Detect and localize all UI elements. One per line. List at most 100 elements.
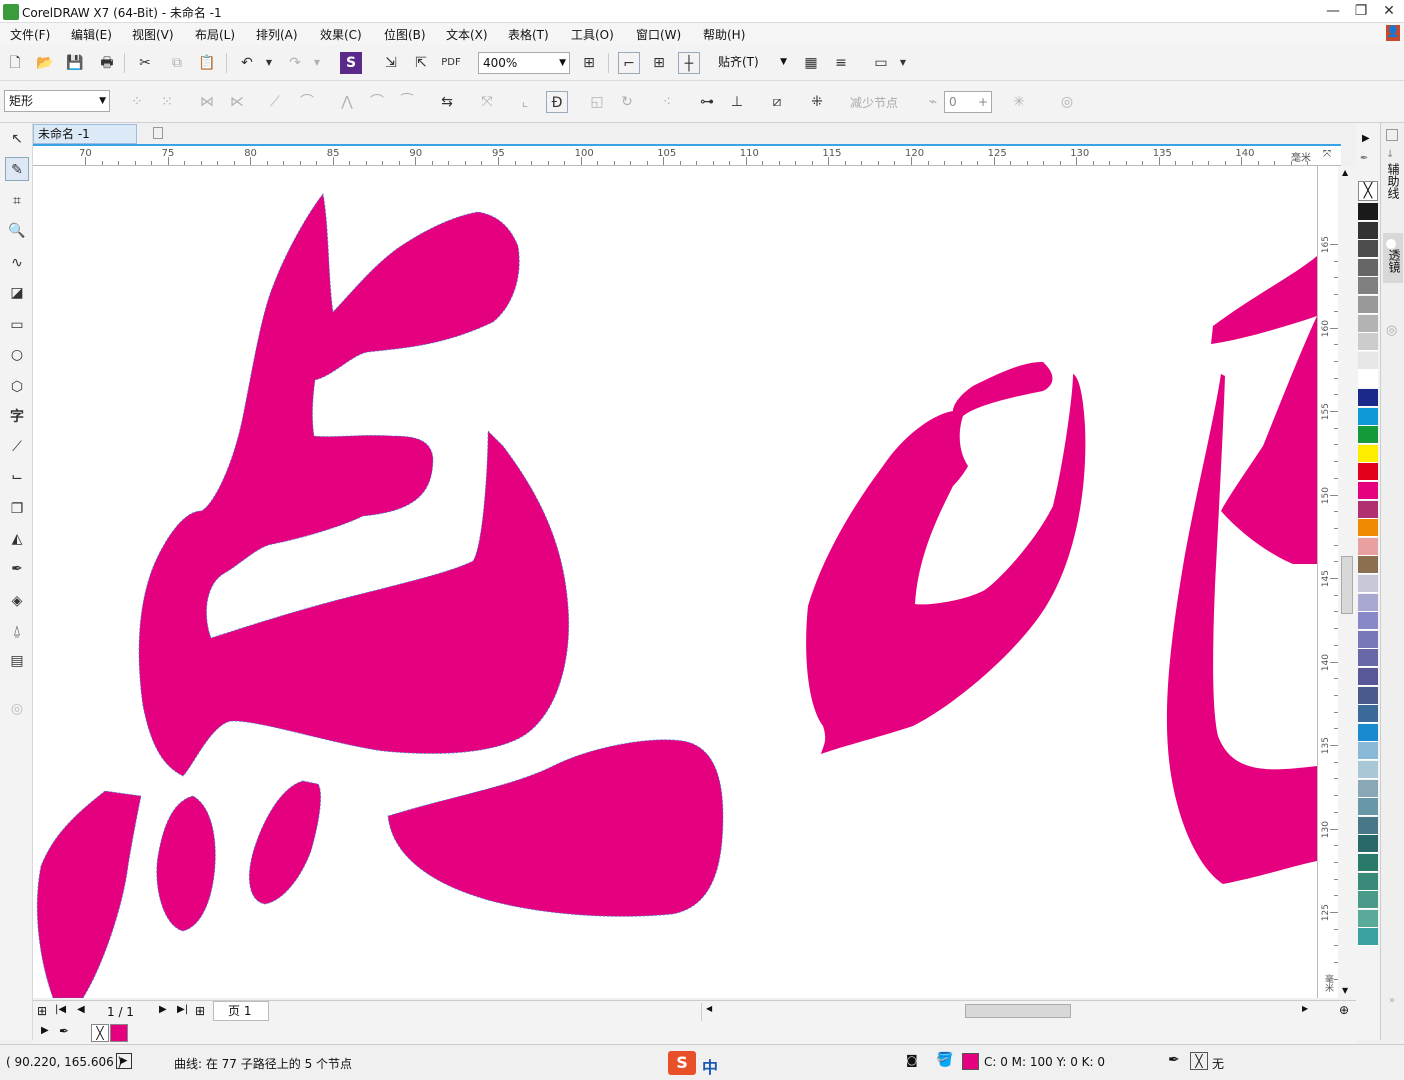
- color-swatch[interactable]: [1358, 575, 1378, 593]
- color-swatch[interactable]: [1358, 835, 1378, 854]
- align-icon[interactable]: ≡: [830, 52, 852, 74]
- color-swatch[interactable]: [1358, 296, 1378, 314]
- color-swatch[interactable]: [1358, 444, 1378, 463]
- freehand-tool-icon[interactable]: ∿: [5, 251, 29, 275]
- show-grid-icon[interactable]: ⊞: [648, 52, 670, 74]
- first-page-icon[interactable]: |◀: [55, 1004, 66, 1015]
- color-swatch[interactable]: [1358, 649, 1378, 668]
- cusp-node-icon[interactable]: ⋀: [336, 91, 358, 113]
- outline-none-swatch[interactable]: ╳: [1190, 1052, 1208, 1070]
- interactive-fill-icon[interactable]: ◈: [5, 589, 29, 613]
- application-launcher-icon[interactable]: ▭: [870, 52, 892, 74]
- undo-dropdown-icon[interactable]: ▼: [258, 52, 280, 74]
- smooth-node-icon[interactable]: ⌒: [366, 91, 388, 113]
- color-swatch[interactable]: [1358, 221, 1378, 240]
- smart-fill-tool-icon[interactable]: ⍙: [5, 619, 29, 643]
- redo-dropdown-icon[interactable]: ▼: [306, 52, 328, 74]
- vertical-scrollbar[interactable]: ▲ ▼: [1338, 166, 1356, 998]
- docker-scroll-icon[interactable]: ↓: [1386, 149, 1394, 160]
- menu-window[interactable]: 窗口(W): [636, 26, 681, 43]
- menu-arrange[interactable]: 排列(A): [256, 26, 298, 43]
- align-nodes-icon[interactable]: ⁖: [656, 91, 678, 113]
- color-swatch[interactable]: [1358, 537, 1378, 556]
- color-swatch[interactable]: [1358, 314, 1378, 333]
- color-swatch[interactable]: [1358, 779, 1378, 798]
- elastic-mode-icon[interactable]: ⧄: [766, 91, 788, 113]
- cut-icon[interactable]: ✂: [134, 52, 156, 74]
- undo-icon[interactable]: ↶: [236, 52, 258, 74]
- rectangle-tool-icon[interactable]: ▭: [5, 313, 29, 337]
- zoom-combo[interactable]: 400% ▼: [478, 52, 570, 74]
- text-tool-icon[interactable]: 字: [5, 405, 29, 429]
- color-swatch[interactable]: [1358, 612, 1378, 631]
- doc-palette-expand-icon[interactable]: ▶: [41, 1025, 49, 1036]
- paste-icon[interactable]: 📋: [196, 52, 218, 74]
- publish-pdf-icon[interactable]: PDF: [440, 52, 462, 74]
- extract-subpath-icon[interactable]: ⌞: [514, 91, 536, 113]
- extend-curve-icon[interactable]: ⤧: [476, 91, 498, 113]
- color-swatch[interactable]: [1358, 277, 1378, 296]
- doc-no-color-swatch[interactable]: ╳: [91, 1024, 109, 1042]
- horizontal-scroll-thumb[interactable]: [965, 1004, 1071, 1018]
- color-swatch[interactable]: [1358, 203, 1378, 221]
- color-swatch[interactable]: [1358, 482, 1378, 500]
- mirror-horizontal-icon[interactable]: ⊶: [696, 91, 718, 113]
- color-swatch[interactable]: [1358, 909, 1378, 928]
- full-screen-icon[interactable]: ⊞: [578, 52, 600, 74]
- tab-toggle-icon[interactable]: [153, 127, 163, 139]
- stretch-nodes-icon[interactable]: ◱: [586, 91, 608, 113]
- export-icon[interactable]: ⇱: [410, 52, 432, 74]
- page-tab[interactable]: 页 1: [213, 1001, 269, 1021]
- reverse-direction-icon[interactable]: ⇆: [436, 91, 458, 113]
- shape-type-select[interactable]: 矩形 ▼: [4, 90, 110, 112]
- parallel-dimension-icon[interactable]: ⟋: [5, 435, 29, 459]
- snap-to-dropdown[interactable]: 贴齐(T) ▼: [714, 52, 790, 74]
- color-swatch[interactable]: [1358, 854, 1378, 872]
- docker-pin-icon[interactable]: [1386, 129, 1398, 141]
- redo-icon[interactable]: ↷: [284, 52, 306, 74]
- symmetrical-node-icon[interactable]: ⁀: [396, 91, 418, 113]
- mirror-vertical-icon[interactable]: ⊥: [726, 91, 748, 113]
- add-page-after-icon[interactable]: ⊞: [195, 1004, 205, 1018]
- save-icon[interactable]: 💾: [64, 52, 86, 74]
- scroll-left-icon[interactable]: ◀: [706, 1004, 712, 1013]
- scroll-down-icon[interactable]: ▼: [1342, 986, 1348, 995]
- color-swatch[interactable]: [1358, 668, 1378, 686]
- connector-tool-icon[interactable]: ⌙: [5, 465, 29, 489]
- tab-document[interactable]: 未命名 -1: [33, 124, 137, 144]
- color-swatch[interactable]: [1358, 798, 1378, 817]
- new-document-icon[interactable]: 🗋: [4, 52, 26, 74]
- menu-text[interactable]: 文本(X): [446, 26, 488, 43]
- menu-edit[interactable]: 编辑(E): [71, 26, 112, 43]
- color-swatch[interactable]: [1358, 761, 1378, 779]
- color-swatch[interactable]: [1358, 705, 1378, 724]
- status-expand-icon[interactable]: ▶: [116, 1053, 132, 1069]
- color-swatch[interactable]: [1358, 816, 1378, 835]
- color-swatch[interactable]: [1358, 891, 1378, 910]
- menu-view[interactable]: 视图(V): [132, 26, 174, 43]
- join-nodes-icon[interactable]: ⋈: [196, 91, 218, 113]
- pick-tool-icon[interactable]: ↖: [5, 127, 29, 151]
- color-swatch[interactable]: [1358, 928, 1378, 947]
- horizontal-ruler[interactable]: 70 75 80 85 90 95 100 105 110 115 120 125 130 135 140 …: [33, 144, 1341, 166]
- color-swatch[interactable]: [1358, 519, 1378, 538]
- reduce-nodes-button[interactable]: 减少节点: [850, 94, 898, 111]
- color-swatch[interactable]: [1358, 258, 1378, 277]
- copy-icon[interactable]: ⧉: [166, 52, 188, 74]
- docker-tab-guides[interactable]: 辅助线: [1385, 163, 1402, 199]
- ime-logo-icon[interactable]: S: [668, 1051, 696, 1075]
- menu-bitmaps[interactable]: 位图(B): [384, 26, 426, 43]
- mesh-fill-icon[interactable]: ▤: [5, 649, 29, 673]
- color-swatch[interactable]: [1358, 426, 1378, 445]
- doc-magenta-swatch[interactable]: [110, 1024, 128, 1042]
- close-button[interactable]: ✕: [1376, 2, 1402, 20]
- rotate-nodes-icon[interactable]: ↻: [616, 91, 638, 113]
- user-icon[interactable]: 👤: [1386, 25, 1400, 41]
- search-content-icon[interactable]: S: [340, 52, 362, 74]
- to-curve-icon[interactable]: ⌒: [296, 91, 318, 113]
- more-options-icon[interactable]: ◎: [1056, 91, 1078, 113]
- docker-add-icon[interactable]: ◎: [1386, 323, 1397, 338]
- restore-button[interactable]: ❐: [1348, 2, 1374, 20]
- transparency-tool-icon[interactable]: ◭: [5, 527, 29, 551]
- color-swatch[interactable]: [1358, 686, 1378, 705]
